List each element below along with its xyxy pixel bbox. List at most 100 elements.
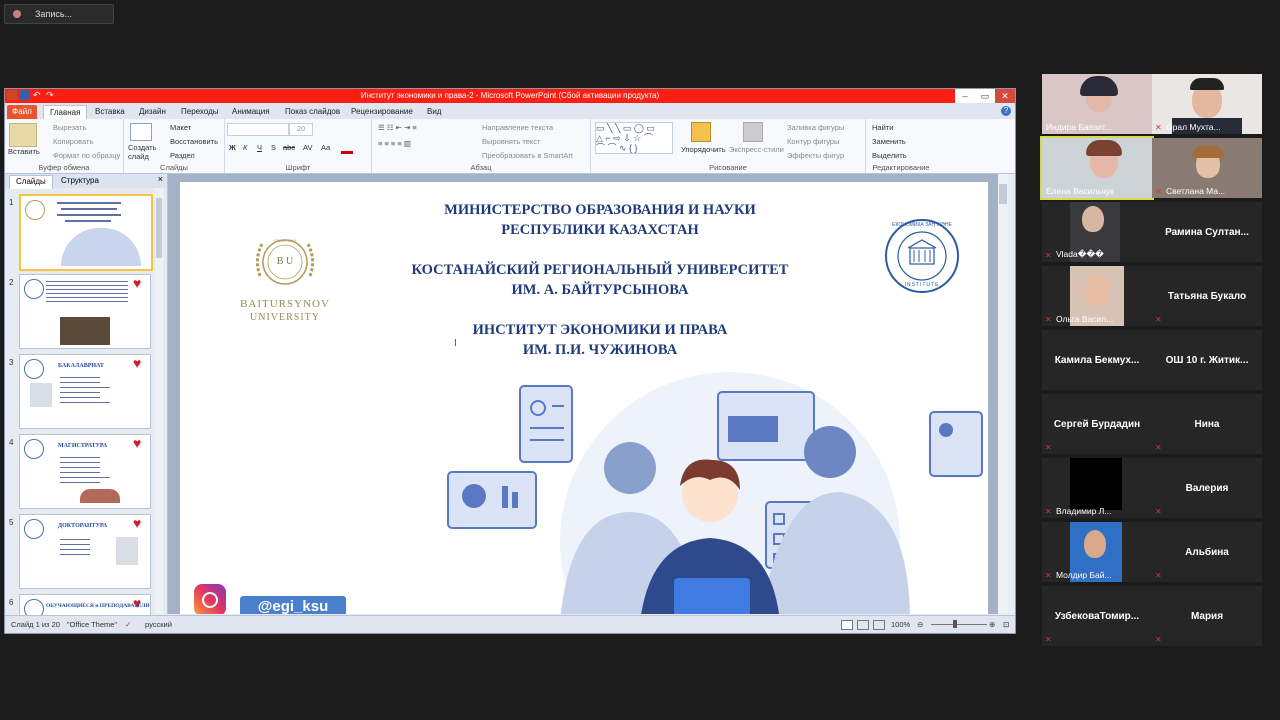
normal-view-icon[interactable]	[841, 620, 853, 630]
tab-transitions[interactable]: Переходы	[181, 105, 219, 119]
cut-button[interactable]: Вырезать	[53, 123, 86, 132]
shapes-gallery[interactable]: ▭ ╲ ╲ ▭ ◯ ▭ △ ⌐ ⇨ ⇩ ☆ ⌒ ⌒ ⌒ ∿ { }	[595, 122, 673, 154]
shape-effects-button[interactable]: Эффекты фигур	[787, 151, 844, 160]
minimize-icon[interactable]: –	[955, 89, 975, 103]
participant-tile[interactable]: ОШ 10 г. Житик...	[1152, 330, 1262, 390]
participant-name: Сергей Бурдадин	[1053, 418, 1141, 430]
participant-tile[interactable]: ✕ Владимир Л...	[1042, 458, 1152, 518]
align-icons[interactable]: ≡ ≡ ≡ ≡ ▥	[378, 139, 411, 148]
instagram-handle: @egi_ksu	[240, 596, 346, 614]
select-button[interactable]: Выделить	[872, 151, 907, 160]
slide-thumbnail-1[interactable]	[19, 194, 153, 271]
participant-hair	[1080, 76, 1118, 96]
editor-scroll-thumb[interactable]	[999, 184, 1007, 204]
tab-animation[interactable]: Анимация	[232, 105, 270, 119]
arrange-icon[interactable]	[691, 122, 711, 142]
tab-design[interactable]: Дизайн	[139, 105, 166, 119]
participant-tile[interactable]: Нина ✕	[1152, 394, 1262, 454]
slide-canvas[interactable]: МИНИСТЕРСТВО ОБРАЗОВАНИЯ И НАУКИ РЕСПУБЛ…	[180, 182, 988, 614]
participant-tile[interactable]: ✕ Vlada���	[1042, 202, 1152, 262]
find-button[interactable]: Найти	[872, 123, 893, 132]
muted-mic-icon: ✕	[1045, 443, 1052, 452]
participant-tile[interactable]: ✕ Орал Мухта...	[1152, 74, 1262, 134]
case-button[interactable]: Aa	[321, 143, 330, 152]
slide-thumbnail-4[interactable]: ♥ МАГИСТРАТУРА	[19, 434, 151, 509]
paste-icon[interactable]	[9, 123, 37, 147]
participant-tile[interactable]: ✕ Ольга Васил...	[1042, 266, 1152, 326]
reset-button[interactable]: Восстановить	[170, 137, 218, 146]
strike-button[interactable]: abc	[283, 143, 295, 152]
text-direction-button[interactable]: Направление текста	[482, 123, 553, 132]
panel-scrollbar[interactable]	[155, 188, 163, 614]
participant-tile[interactable]: Индира Баязит...	[1042, 74, 1152, 134]
zoom-level[interactable]: 100%	[891, 620, 910, 629]
tab-view[interactable]: Вид	[427, 105, 441, 119]
layout-button[interactable]: Макет	[170, 123, 191, 132]
zoom-slider[interactable]	[931, 624, 987, 625]
participant-tile[interactable]: Мария ✕	[1152, 586, 1262, 646]
align-text-button[interactable]: Выровнять текст	[482, 137, 540, 146]
italic-button[interactable]: К	[243, 143, 247, 152]
thumb-text-line	[46, 297, 128, 298]
underline-button[interactable]: Ч	[257, 143, 262, 152]
participant-tile[interactable]: Камила Бекмух...	[1042, 330, 1152, 390]
arrange-button[interactable]: Упорядочить	[681, 145, 726, 154]
spacing-button[interactable]: AV	[303, 143, 312, 152]
editor-scrollbar[interactable]	[998, 174, 1008, 614]
quick-styles-button[interactable]: Экспресс-стили	[729, 145, 784, 154]
font-color-icon[interactable]	[341, 151, 353, 154]
logo-name: BAITURSYNOV	[240, 298, 330, 310]
panel-scroll-thumb[interactable]	[156, 198, 162, 258]
format-painter-button[interactable]: Формат по образцу	[53, 151, 120, 160]
close-icon[interactable]: ✕	[995, 89, 1015, 103]
slide-thumbnail-5[interactable]: ♥ ДОКТОРАНТУРА	[19, 514, 151, 589]
reading-view-icon[interactable]	[873, 620, 885, 630]
quick-styles-icon[interactable]	[743, 122, 763, 142]
slide-thumbnail-6[interactable]: ♥ ОБУЧАЮЩИЕСЯ и ПРЕПОДАВАТЕЛИ	[19, 594, 151, 616]
font-size-select[interactable]: 20	[289, 123, 313, 136]
new-slide-button[interactable]: Создать слайд	[128, 143, 158, 161]
copy-button[interactable]: Копировать	[53, 137, 93, 146]
slide-thumbnail-3[interactable]: ♥ БАКАЛАВРИАТ	[19, 354, 151, 429]
participant-tile[interactable]: Рамина Султан...	[1152, 202, 1262, 262]
zoom-slider-handle[interactable]	[953, 620, 957, 628]
participant-tile[interactable]: ✕ Светлана Ма...	[1152, 138, 1262, 198]
section-button[interactable]: Раздел	[170, 151, 195, 160]
recording-indicator[interactable]: Запись...	[4, 4, 114, 24]
language-indicator[interactable]: русский	[145, 620, 172, 629]
participant-tile[interactable]: Валерия ✕	[1152, 458, 1262, 518]
panel-close-icon[interactable]: ×	[158, 174, 163, 184]
shadow-button[interactable]: S	[271, 143, 276, 152]
participant-tile[interactable]: Альбина ✕	[1152, 522, 1262, 582]
tab-outline[interactable]: Структура	[55, 175, 105, 188]
shape-outline-button[interactable]: Контур фигуры	[787, 137, 839, 146]
zoom-in-icon[interactable]: ⊕	[989, 620, 995, 629]
help-icon[interactable]: ?	[1001, 106, 1011, 116]
sorter-view-icon[interactable]	[857, 620, 869, 630]
bullets-icon[interactable]: ☰ ☷ ⇤ ⇥ ≡	[378, 123, 417, 132]
maximize-icon[interactable]: ▭	[975, 89, 995, 103]
participant-tile[interactable]: УзбековаТомир... ✕	[1042, 586, 1152, 646]
spellcheck-icon[interactable]: ✓	[125, 620, 131, 629]
tab-file[interactable]: Файл	[7, 105, 37, 119]
tab-review[interactable]: Рецензирование	[351, 105, 413, 119]
logo-since-text: SINCE 1939	[273, 238, 297, 243]
participant-tile[interactable]: Сергей Бурдадин ✕	[1042, 394, 1152, 454]
tab-insert[interactable]: Вставка	[95, 105, 125, 119]
participant-tile[interactable]: ✕ Молдир Бай...	[1042, 522, 1152, 582]
font-name-select[interactable]	[227, 123, 289, 136]
paste-button[interactable]: Вставить	[8, 147, 40, 156]
fit-window-icon[interactable]: ⊡	[1003, 620, 1009, 629]
new-slide-icon[interactable]	[130, 123, 152, 141]
bold-button[interactable]: Ж	[229, 143, 236, 152]
slide-thumbnail-2[interactable]: ♥	[19, 274, 151, 349]
tab-slideshow[interactable]: Показ слайдов	[285, 105, 340, 119]
shape-fill-button[interactable]: Заливка фигуры	[787, 123, 844, 132]
smartart-button[interactable]: Преобразовать в SmartArt	[482, 151, 573, 160]
participant-tile-active-speaker[interactable]: Елена Васильчук	[1040, 136, 1154, 200]
tab-slides[interactable]: Слайды	[9, 175, 53, 189]
zoom-out-icon[interactable]: ⊖	[917, 620, 923, 629]
participant-tile[interactable]: Татьяна Букало ✕	[1152, 266, 1262, 326]
tab-home[interactable]: Главная	[43, 105, 88, 120]
replace-button[interactable]: Заменить	[872, 137, 906, 146]
